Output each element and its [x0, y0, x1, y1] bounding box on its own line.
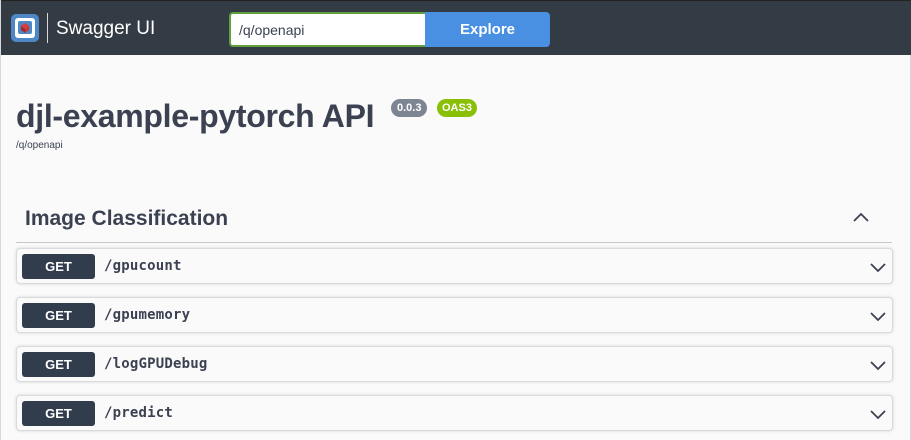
- logo-divider: [47, 13, 48, 43]
- operation-path[interactable]: /gpucount: [104, 258, 182, 274]
- chevron-up-icon[interactable]: [852, 210, 870, 224]
- tag-section-header[interactable]: Image Classification: [16, 198, 892, 243]
- operation-row[interactable]: GET /logGPUDebug: [16, 346, 893, 382]
- api-title: djl-example-pytorch API: [16, 98, 375, 134]
- brand-name[interactable]: Swagger UI: [56, 18, 155, 40]
- operation-path[interactable]: /gpumemory: [104, 307, 190, 323]
- chevron-down-icon[interactable]: [869, 309, 887, 323]
- spec-url-link[interactable]: /q/openapi: [16, 140, 63, 151]
- method-badge: GET: [22, 401, 95, 426]
- operation-row[interactable]: GET /predict: [16, 395, 893, 431]
- method-badge: GET: [22, 254, 95, 279]
- operation-row[interactable]: GET /gpucount: [16, 248, 893, 284]
- chevron-down-icon[interactable]: [869, 358, 887, 372]
- operation-row[interactable]: GET /gpumemory: [16, 297, 893, 333]
- tag-title[interactable]: Image Classification: [25, 207, 228, 231]
- chevron-down-icon[interactable]: [869, 407, 887, 421]
- method-badge: GET: [22, 352, 95, 377]
- swagger-logo-icon[interactable]: [11, 14, 39, 42]
- operation-path[interactable]: /logGPUDebug: [104, 356, 208, 372]
- spec-url-input[interactable]: [229, 12, 425, 47]
- topbar: Swagger UI Explore: [1, 0, 911, 55]
- oas-version-badge: OAS3: [437, 99, 477, 117]
- operation-path[interactable]: /predict: [104, 405, 173, 421]
- chevron-down-icon[interactable]: [869, 260, 887, 274]
- method-badge: GET: [22, 303, 95, 328]
- explore-button[interactable]: Explore: [425, 12, 550, 47]
- version-badge: 0.0.3: [391, 99, 428, 117]
